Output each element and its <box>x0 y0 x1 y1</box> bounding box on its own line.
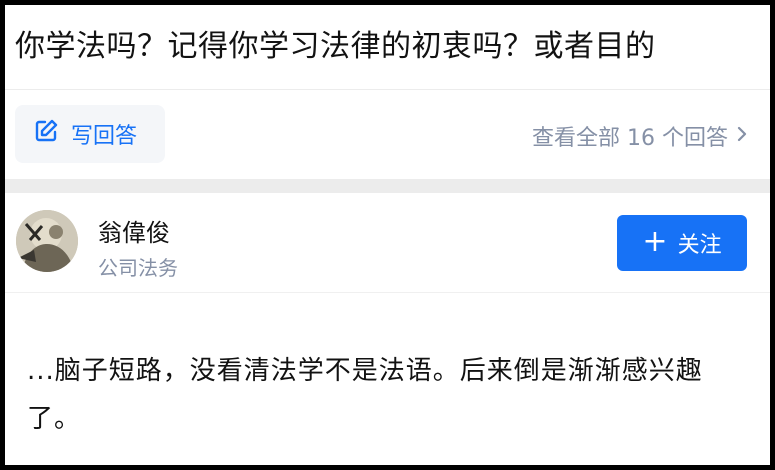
answer-excerpt[interactable]: ...脑子短路，没看清法学不是法语。后来倒是渐渐感兴趣了。 <box>27 347 747 443</box>
question-title[interactable]: 你学法吗？记得你学习法律的初衷吗？或者目的 <box>15 21 656 65</box>
section-separator <box>5 179 770 193</box>
author-name[interactable]: 翁偉俊 <box>98 213 170 248</box>
follow-button[interactable]: + 关注 <box>617 215 747 271</box>
answer-card: 你学法吗？记得你学习法律的初衷吗？或者目的 写回答 查看全部 16 个回答 翁偉… <box>5 5 770 465</box>
author-tag: 公司法务 <box>98 256 178 280</box>
avatar[interactable] <box>16 210 78 272</box>
edit-icon <box>33 118 59 150</box>
divider <box>5 292 770 293</box>
view-all-label: 查看全部 16 个回答 <box>532 126 728 151</box>
plus-icon: + <box>642 223 668 259</box>
write-answer-button[interactable]: 写回答 <box>15 105 165 163</box>
divider <box>5 89 770 90</box>
chevron-right-icon <box>736 124 748 149</box>
write-answer-label: 写回答 <box>71 124 138 149</box>
follow-label: 关注 <box>677 233 722 258</box>
view-all-answers-link[interactable]: 查看全部 16 个回答 <box>532 120 748 152</box>
